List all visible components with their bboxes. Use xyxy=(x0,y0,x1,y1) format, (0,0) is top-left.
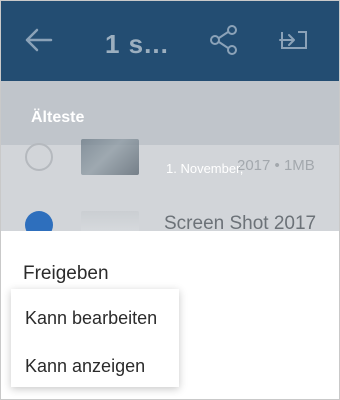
move-to-icon[interactable] xyxy=(277,23,311,62)
share-icon[interactable] xyxy=(207,23,241,62)
arrow-left-icon[interactable] xyxy=(21,23,55,62)
radio-unchecked-icon[interactable] xyxy=(25,143,53,171)
file-date: 1. November, xyxy=(166,161,244,176)
menu-item-can-edit[interactable]: Kann bearbeiten xyxy=(11,295,179,341)
app-window: 1 s... Älteste 2017 • 1MB 1. November, S… xyxy=(0,0,340,400)
file-thumbnail xyxy=(81,139,139,175)
sheet-title: Freigeben xyxy=(23,263,109,284)
file-meta: 2017 • 1MB xyxy=(237,157,315,174)
share-sheet: Freigeben Kann bearbeiten Kann anzeigen xyxy=(1,231,339,399)
permission-menu: Kann bearbeiten Kann anzeigen xyxy=(11,289,179,387)
page-title: 1 s... xyxy=(105,29,169,59)
file-row[interactable]: 2017 • 1MB 1. November, xyxy=(1,133,339,197)
menu-item-can-view[interactable]: Kann anzeigen xyxy=(11,343,179,389)
file-list-dimmed: Älteste 2017 • 1MB 1. November, Screen S… xyxy=(1,81,339,241)
app-bar: 1 s... xyxy=(1,1,339,81)
sort-label: Älteste xyxy=(31,109,85,126)
